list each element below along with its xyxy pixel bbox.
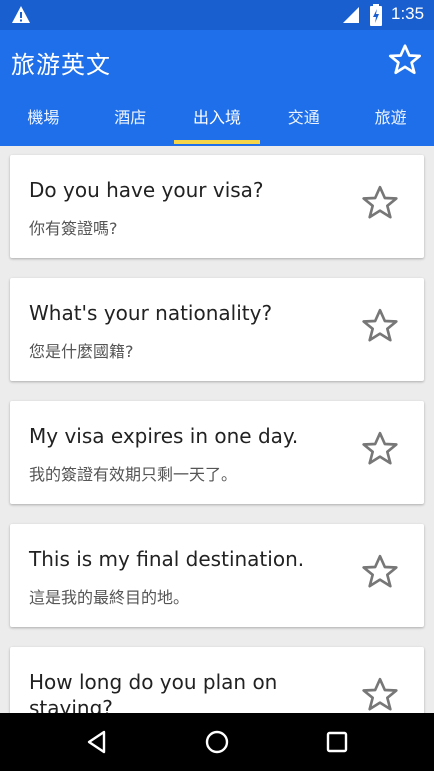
tab-indicator	[174, 140, 260, 144]
phrase-list[interactable]: Do you have your visa? 你有簽證嗎? What's you…	[0, 146, 434, 713]
battery-icon	[370, 4, 382, 26]
phrase-card[interactable]: Do you have your visa? 你有簽證嗎?	[10, 155, 424, 258]
tab-transport[interactable]: 交通	[260, 90, 347, 146]
phrase-card[interactable]: This is my final destination. 這是我的最終目的地。	[10, 524, 424, 627]
status-time: 1:35	[391, 4, 425, 23]
back-icon[interactable]	[82, 727, 112, 757]
star-outline-icon[interactable]	[360, 429, 400, 469]
status-bar: 1:35	[0, 0, 434, 30]
phrase-english: How long do you plan on staying?	[29, 670, 278, 713]
star-outline-icon[interactable]	[360, 183, 400, 223]
warning-icon	[12, 6, 30, 23]
category-tabs: 機場 酒店 出入境 交通 旅遊	[0, 90, 434, 146]
phrase-english: This is my final destination.	[29, 547, 305, 571]
star-outline-icon[interactable]	[360, 552, 400, 592]
phrase-chinese: 您是什麼國籍?	[29, 342, 134, 361]
phrase-card[interactable]: How long do you plan on staying?	[10, 647, 424, 713]
phrase-card[interactable]: My visa expires in one day. 我的簽證有效期只剩一天了…	[10, 401, 424, 504]
tab-hotel[interactable]: 酒店	[87, 90, 174, 146]
star-outline-icon[interactable]	[360, 306, 400, 346]
tab-immigration[interactable]: 出入境	[174, 90, 261, 146]
tab-airport[interactable]: 機場	[0, 90, 87, 146]
phrase-english: Do you have your visa?	[29, 178, 264, 202]
signal-icon	[343, 7, 359, 23]
phrase-english: What's your nationality?	[29, 301, 273, 325]
phrase-chinese: 這是我的最終目的地。	[29, 588, 190, 607]
phrase-card[interactable]: What's your nationality? 您是什麼國籍?	[10, 278, 424, 381]
phrase-chinese: 我的簽證有效期只剩一天了。	[29, 465, 238, 484]
recents-icon[interactable]	[322, 727, 352, 757]
app-title: 旅游英文	[11, 51, 111, 79]
phrase-chinese: 你有簽證嗎?	[29, 219, 118, 238]
home-icon[interactable]	[202, 727, 232, 757]
navigation-bar	[0, 713, 434, 771]
app-bar: 旅游英文 機場 酒店 出入境 交通 旅遊	[0, 30, 434, 146]
favorites-star-icon[interactable]	[387, 42, 423, 78]
star-outline-icon[interactable]	[360, 675, 400, 713]
phrase-english: My visa expires in one day.	[29, 424, 299, 448]
tab-travel[interactable]: 旅遊	[347, 90, 434, 146]
